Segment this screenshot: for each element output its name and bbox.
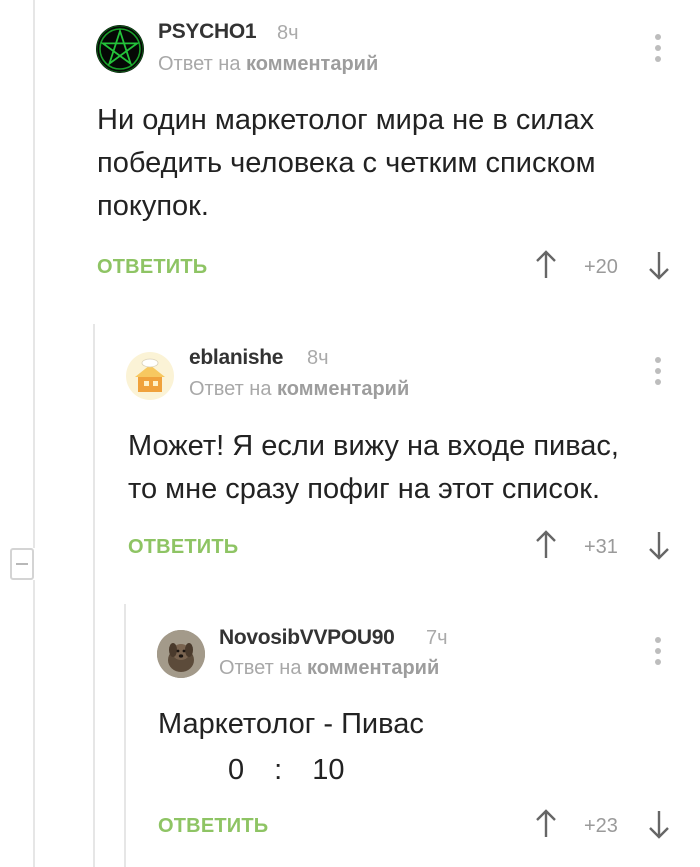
comment-text-line: покупок. [97, 190, 209, 222]
score-left: 0 [228, 754, 245, 786]
avatar[interactable] [126, 352, 174, 400]
reply-button[interactable]: ОТВЕТИТЬ [128, 536, 238, 559]
comment-author[interactable]: eblanishe [189, 346, 283, 370]
downvote-arrow-icon[interactable] [648, 530, 670, 560]
score-separator: : [274, 754, 283, 786]
thread-line [93, 324, 95, 867]
upvote-arrow-icon[interactable] [535, 530, 557, 560]
thread-line [124, 604, 126, 867]
comment-text-line: Может! Я если вижу на входе пивас, [128, 430, 619, 462]
reply-to-link[interactable]: комментарий [246, 53, 378, 75]
reply-to-prefix: Ответ на [219, 657, 302, 679]
comment-author[interactable]: NovosibVVPOU90 [219, 626, 395, 650]
comment-text-line: Ни один маркетолог мира не в силах [97, 104, 595, 136]
score-right: 10 [312, 754, 345, 786]
comment-text-line: победить человека с четким списком [97, 147, 596, 179]
dog-photo-icon [157, 630, 205, 678]
score-line: 0:10 [228, 749, 344, 792]
reply-button[interactable]: ОТВЕТИТЬ [97, 256, 207, 279]
reply-to-link[interactable]: комментарий [307, 657, 439, 679]
rating-value: +31 [584, 536, 618, 558]
comment-text-line: Маркетолог - Пивас [158, 708, 424, 740]
comment-text: Может! Я если вижу на входе пивас, то мн… [128, 425, 619, 511]
reply-button[interactable]: ОТВЕТИТЬ [158, 815, 268, 838]
more-options-icon[interactable] [654, 34, 662, 67]
reply-to-link[interactable]: комментарий [277, 378, 409, 400]
upvote-arrow-icon[interactable] [535, 250, 557, 280]
more-options-icon[interactable] [654, 357, 662, 390]
thread-line [33, 580, 35, 867]
comment-text: Маркетолог - Пивас [158, 703, 424, 746]
downvote-arrow-icon[interactable] [648, 250, 670, 280]
downvote-arrow-icon[interactable] [648, 809, 670, 839]
rating-value: +20 [584, 256, 618, 278]
cartoon-house-icon [135, 358, 165, 392]
more-options-icon[interactable] [654, 637, 662, 670]
comment-text-line: то мне сразу пофиг на этот список. [128, 473, 601, 505]
avatar[interactable] [157, 630, 205, 678]
collapse-thread-button[interactable] [10, 548, 34, 580]
reply-to-prefix: Ответ на [189, 378, 272, 400]
reply-to: Ответ на комментарий [189, 378, 409, 401]
comment-author[interactable]: PSYCHO1 [158, 20, 257, 44]
thread-line [33, 0, 35, 548]
rating-value: +23 [584, 815, 618, 837]
comment-time: 7ч [426, 627, 448, 649]
comment-text: Ни один маркетолог мира не в силах побед… [97, 99, 596, 228]
green-pentagram-icon [96, 25, 144, 73]
avatar[interactable] [96, 25, 144, 73]
reply-to-prefix: Ответ на [158, 53, 241, 75]
reply-to: Ответ на комментарий [219, 657, 439, 680]
reply-to: Ответ на комментарий [158, 53, 378, 76]
comment-time: 8ч [277, 22, 299, 44]
comment-time: 8ч [307, 347, 329, 369]
upvote-arrow-icon[interactable] [535, 809, 557, 839]
